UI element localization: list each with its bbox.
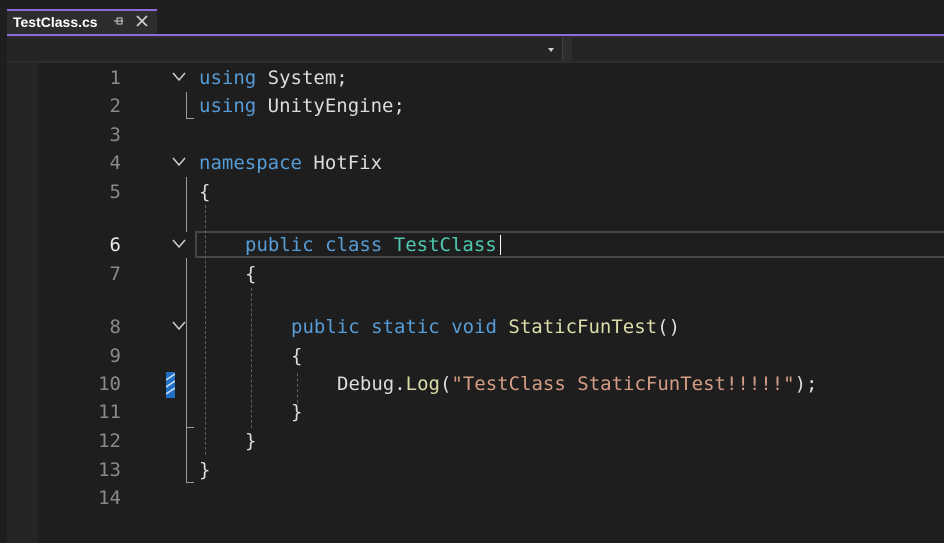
collapse-chevron-icon[interactable] [172, 239, 186, 249]
code-line-7: { [245, 263, 257, 285]
line-number: 1 [109, 67, 121, 89]
line-number: 7 [109, 263, 121, 285]
keyword: class [325, 234, 383, 256]
code-text: ( [439, 373, 452, 395]
code-line-12: } [245, 430, 257, 452]
method-name: StaticFunTest [508, 316, 658, 338]
keyword: namespace [199, 152, 302, 174]
code-text: () [657, 316, 681, 338]
keyword: using [199, 67, 257, 89]
line-number: 12 [98, 430, 121, 452]
line-number: 11 [98, 401, 121, 423]
navigation-bar [7, 36, 944, 63]
text-caret [500, 235, 501, 255]
code-line-11: } [291, 401, 303, 423]
collapse-chevron-icon[interactable] [172, 72, 186, 82]
fold-line [186, 118, 194, 119]
fold-line [186, 427, 194, 428]
code-line-10: Debug.Log("TestClass StaticFunTest!!!!!"… [337, 372, 817, 396]
code-line-8: public static void StaticFunTest() [291, 315, 680, 339]
code-line-1: using System; [199, 66, 348, 90]
change-marker-icon [166, 372, 175, 398]
fold-line [186, 177, 187, 232]
code-text: ); [794, 373, 818, 395]
line-number-current: 6 [109, 234, 121, 256]
close-icon[interactable] [136, 15, 148, 27]
line-number: 5 [109, 181, 121, 203]
indent-guide [297, 373, 298, 403]
code-line-13: } [199, 459, 211, 481]
member-dropdown[interactable] [572, 38, 944, 61]
pin-icon[interactable] [114, 15, 124, 28]
line-number: 9 [109, 345, 121, 367]
tab-testclass[interactable]: TestClass.cs [7, 9, 157, 34]
chevron-down-icon [548, 48, 554, 52]
fold-line [186, 92, 187, 118]
code-line-4: namespace HotFix [199, 151, 382, 175]
keyword: void [451, 316, 497, 338]
indent-guide [205, 205, 206, 455]
fold-line [186, 482, 194, 483]
code-line-6: public class TestClass [245, 233, 497, 257]
tab-title: TestClass.cs [13, 14, 98, 30]
line-number: 8 [109, 316, 121, 338]
glyph-margin [7, 63, 38, 543]
collapse-chevron-icon[interactable] [172, 321, 186, 331]
code-text: UnityEngine; [256, 95, 405, 117]
method-name: Log [405, 373, 440, 395]
keyword: public [291, 316, 360, 338]
type-name: TestClass [393, 234, 497, 256]
line-number: 4 [109, 152, 121, 174]
code-editor[interactable] [7, 63, 944, 543]
line-number: 14 [98, 487, 121, 509]
keyword: static [371, 316, 440, 338]
code-line-9: { [291, 345, 303, 367]
keyword: using [199, 95, 257, 117]
code-text: System; [256, 67, 348, 89]
line-number: 2 [109, 95, 121, 117]
code-line-5: { [199, 181, 211, 203]
line-number: 13 [98, 459, 121, 481]
indent-guide [251, 288, 252, 428]
string-literal: "TestClass StaticFunTest!!!!!" [451, 373, 795, 395]
code-line-2: using UnityEngine; [199, 94, 405, 118]
line-number: 10 [98, 373, 121, 395]
code-text: HotFix [301, 152, 383, 174]
collapse-chevron-icon[interactable] [172, 157, 186, 167]
line-number: 3 [109, 124, 121, 146]
keyword: public [245, 234, 314, 256]
type-dropdown[interactable] [7, 38, 563, 61]
fold-line [186, 258, 187, 482]
code-text: Debug. [337, 373, 406, 395]
